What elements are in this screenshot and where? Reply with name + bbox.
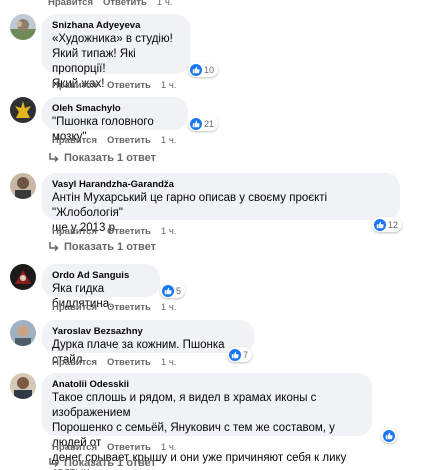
comment-time: 1 ч.: [160, 80, 177, 91]
comment-time: 1 ч.: [160, 442, 177, 453]
like-action[interactable]: Нравится: [52, 226, 97, 237]
reply-action[interactable]: Ответить: [103, 0, 147, 8]
reaction-count[interactable]: 12: [372, 217, 403, 232]
show-replies-label: Показать 1 ответ: [64, 457, 157, 469]
reaction-count[interactable]: 7: [227, 347, 253, 362]
like-action[interactable]: Нравится: [52, 302, 97, 313]
like-icon: [190, 117, 202, 130]
like-icon: [190, 63, 202, 76]
avatar[interactable]: [10, 97, 36, 123]
reply-action[interactable]: Ответить: [107, 442, 151, 453]
reaction-number: 7: [243, 349, 249, 360]
comment-author[interactable]: Yaroslav Bezsazhny: [52, 325, 244, 338]
comment-actions: Нравится Ответить 1 ч.: [52, 80, 176, 91]
show-replies-link[interactable]: Показать 1 ответ: [48, 457, 156, 469]
comment-author[interactable]: Snizhana Adyeyeva: [52, 19, 180, 32]
comment-bubble: Vasyl Harandzha-Garandža Антін Мухарськи…: [42, 173, 400, 234]
like-action[interactable]: Нравится: [52, 442, 97, 453]
show-replies-label: Показать 1 ответ: [64, 152, 157, 164]
comment-actions: Нравится Ответить 1 ч.: [52, 302, 176, 313]
reaction-number: 21: [204, 118, 215, 129]
comment-bubble: Yaroslav Bezsazhny Дурка плаче за кожним…: [42, 320, 254, 366]
reply-arrow-icon: [49, 458, 59, 468]
reply-action[interactable]: Ответить: [107, 135, 151, 146]
show-replies-link[interactable]: Показать 1 ответ: [48, 241, 156, 253]
comment-actions-top: Нравится Ответить 1 ч.: [48, 0, 172, 8]
avatar[interactable]: [10, 264, 36, 290]
like-action[interactable]: Нравится: [48, 0, 93, 8]
avatar[interactable]: [10, 173, 36, 199]
comment-actions: Нравится Ответить 1 ч.: [52, 442, 176, 453]
comment-actions: Нравится Ответить 1 ч.: [52, 357, 176, 368]
reaction-number: 5: [176, 285, 182, 296]
avatar[interactable]: [10, 373, 36, 399]
like-action[interactable]: Нравится: [52, 135, 97, 146]
reply-action[interactable]: Ответить: [107, 302, 151, 313]
comment-time: 1 ч.: [160, 302, 177, 313]
comment-actions: Нравится Ответить 1 ч.: [52, 135, 176, 146]
reaction-number: 10: [204, 64, 215, 75]
reaction-count[interactable]: 10: [188, 62, 219, 77]
comment-author[interactable]: Vasyl Harandzha-Garandža: [52, 178, 390, 191]
reply-action[interactable]: Ответить: [107, 357, 151, 368]
avatar[interactable]: [10, 14, 36, 40]
avatar[interactable]: [10, 320, 36, 346]
reaction-count[interactable]: [381, 428, 397, 443]
comment-time: 1 ч.: [160, 226, 177, 237]
like-action[interactable]: Нравится: [52, 357, 97, 368]
like-icon: [162, 284, 174, 297]
comment-actions: Нравится Ответить 1 ч.: [52, 226, 176, 237]
reply-action[interactable]: Ответить: [107, 226, 151, 237]
like-icon: [229, 348, 241, 361]
show-replies-link[interactable]: Показать 1 ответ: [48, 152, 156, 164]
comment-time: 1 ч.: [160, 357, 177, 368]
reply-arrow-icon: [49, 153, 59, 163]
show-replies-label: Показать 1 ответ: [64, 241, 157, 253]
comment-bubble: Snizhana Adyeyeva «Художника» в студію! …: [42, 14, 190, 90]
comment-author[interactable]: Ordo Ad Sanguis: [52, 269, 150, 282]
comment-time: 1 ч.: [156, 0, 173, 8]
comment-author[interactable]: Oleh Smachylo: [52, 102, 178, 115]
reply-action[interactable]: Ответить: [107, 80, 151, 91]
comment-bubble: Ordo Ad Sanguis Яка гидка бидлятина.: [42, 264, 160, 310]
like-icon: [374, 218, 386, 231]
reaction-count[interactable]: 5: [160, 283, 186, 298]
reply-arrow-icon: [49, 242, 59, 252]
comment-author[interactable]: Anatolii Odesskii: [52, 378, 362, 391]
like-action[interactable]: Нравится: [52, 80, 97, 91]
reaction-count[interactable]: 21: [188, 116, 219, 131]
comment-bubble: Oleh Smachylo "Пшонка головного мозку": [42, 97, 188, 143]
comment-time: 1 ч.: [160, 135, 177, 146]
like-icon: [383, 429, 395, 442]
reaction-number: 12: [388, 219, 399, 230]
comment-bubble: Anatolii Odesskii Такое сплошь и рядом, …: [42, 373, 372, 470]
